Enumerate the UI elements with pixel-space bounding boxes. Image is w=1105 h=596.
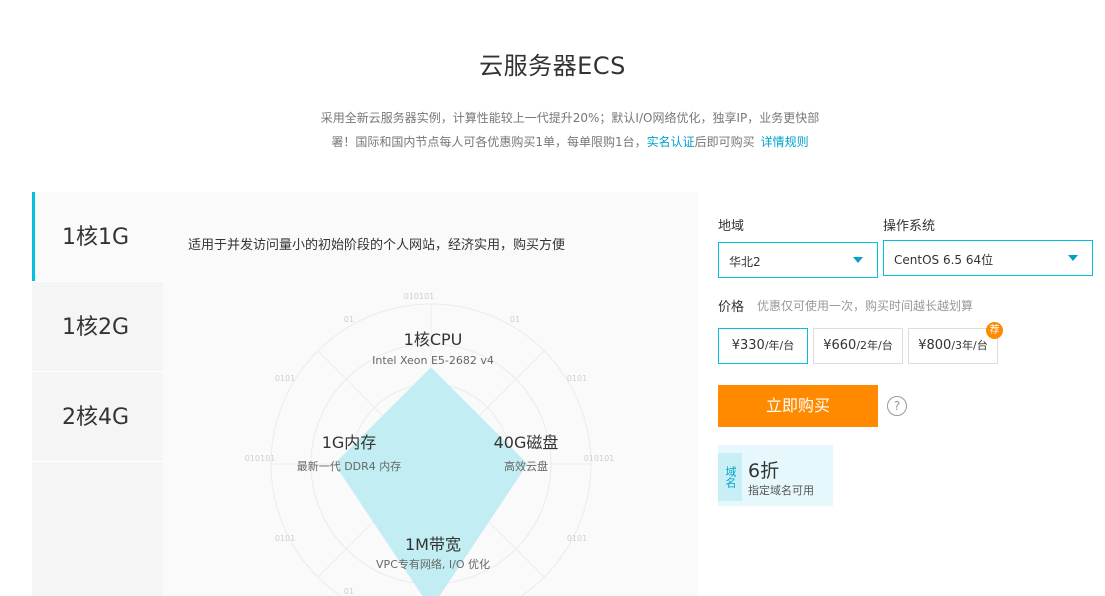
axis-cpu-sub: Intel Xeon E5-2682 v4 (372, 354, 494, 367)
axis-disk-title: 40G磁盘 (494, 433, 559, 452)
price-unit: /3年/台 (951, 339, 988, 352)
buy-now-button[interactable]: 立即购买 (718, 385, 878, 427)
decor-top: 010101 (404, 292, 435, 301)
plan-tab-2c4g[interactable]: 2核4G (32, 372, 163, 462)
question-icon[interactable]: ? (887, 396, 907, 416)
region-select[interactable]: 华北2 (718, 242, 878, 278)
promo-discount: 6折 (748, 460, 780, 482)
os-label: 操作系统 (883, 219, 936, 234)
axis-cpu-title: 1核CPU (404, 330, 463, 349)
intro-text: 采用全新云服务器实例，计算性能较上一代提升20%；默认I/O网络优化，独享IP，… (0, 106, 1105, 154)
radar-chart: 010101 010101 010101 01 01 0101 0101 010… (245, 292, 615, 596)
decor-a: 01 (344, 315, 354, 324)
price-label: 价格 (718, 300, 745, 315)
price-unit: /年/台 (764, 339, 795, 352)
intro-line-2: 署！国际和国内节点每人可各优惠购买1单，每单限购1台，实名认证后即可购买 详情规则 (0, 130, 1105, 154)
plan-detail-panel: 适用于并发访问量小的初始阶段的个人网站，经济实用，购买方便 010101 010… (163, 192, 698, 596)
decor-c: 0101 (275, 374, 295, 383)
intro-line-2-tail: 后即可购买 (694, 135, 755, 149)
price-amount: ¥660 (823, 338, 857, 353)
page-title: 云服务器ECS (479, 52, 626, 80)
recommend-badge: 荐 (986, 322, 1003, 339)
plan-tab-1c1g[interactable]: 1核1G (32, 192, 163, 282)
region-value: 华北2 (729, 255, 761, 269)
decor-e: 0101 (275, 534, 295, 543)
axis-memory-title: 1G内存 (322, 433, 377, 452)
axis-disk-sub: 高效云盘 (504, 459, 548, 473)
chevron-down-icon (853, 257, 863, 263)
chevron-down-icon (1068, 255, 1078, 261)
promo-note: 指定域名可用 (748, 484, 814, 497)
region-label: 地域 (718, 219, 745, 234)
intro-line-1: 采用全新云服务器实例，计算性能较上一代提升20%；默认I/O网络优化，独享IP，… (320, 111, 820, 125)
price-unit: /2年/台 (856, 339, 893, 352)
axis-memory-sub: 最新一代 DDR4 内存 (297, 459, 402, 473)
axis-bandwidth-sub: VPC专有网络, I/O 优化 (376, 557, 490, 571)
price-hint: 优惠仅可使用一次，购买时间越长越划算 (757, 299, 974, 313)
price-amount: ¥800 (918, 338, 952, 353)
price-option-1y[interactable]: ¥330/年/台 (718, 328, 808, 364)
realname-link[interactable]: 实名认证 (647, 135, 695, 149)
price-option-2y[interactable]: ¥660/2年/台 (813, 328, 903, 364)
axis-bandwidth-title: 1M带宽 (405, 535, 461, 554)
intro-line-2-text: 署！国际和国内节点每人可各优惠购买1单，每单限购1台， (331, 135, 647, 149)
decor-left: 010101 (245, 454, 276, 463)
plan-tab-1c2g[interactable]: 1核2G (32, 282, 163, 372)
price-option-3y[interactable]: ¥800/3年/台 (908, 328, 998, 364)
decor-g: 01 (344, 587, 354, 596)
rules-link[interactable]: 详情规则 (761, 135, 809, 149)
decor-f: 0101 (567, 534, 587, 543)
plan-tabs: 1核1G 1核2G 2核4G (32, 192, 163, 596)
promo-tag: 域名 (718, 453, 742, 501)
os-select[interactable]: CentOS 6.5 64位 (883, 240, 1093, 276)
decor-b: 01 (510, 315, 520, 324)
price-amount: ¥330 (731, 338, 765, 353)
domain-promo-card[interactable]: 域名 6折 指定域名可用 (718, 445, 833, 506)
decor-d: 0101 (567, 374, 587, 383)
os-value: CentOS 6.5 64位 (894, 253, 994, 267)
decor-right: 010101 (584, 454, 615, 463)
